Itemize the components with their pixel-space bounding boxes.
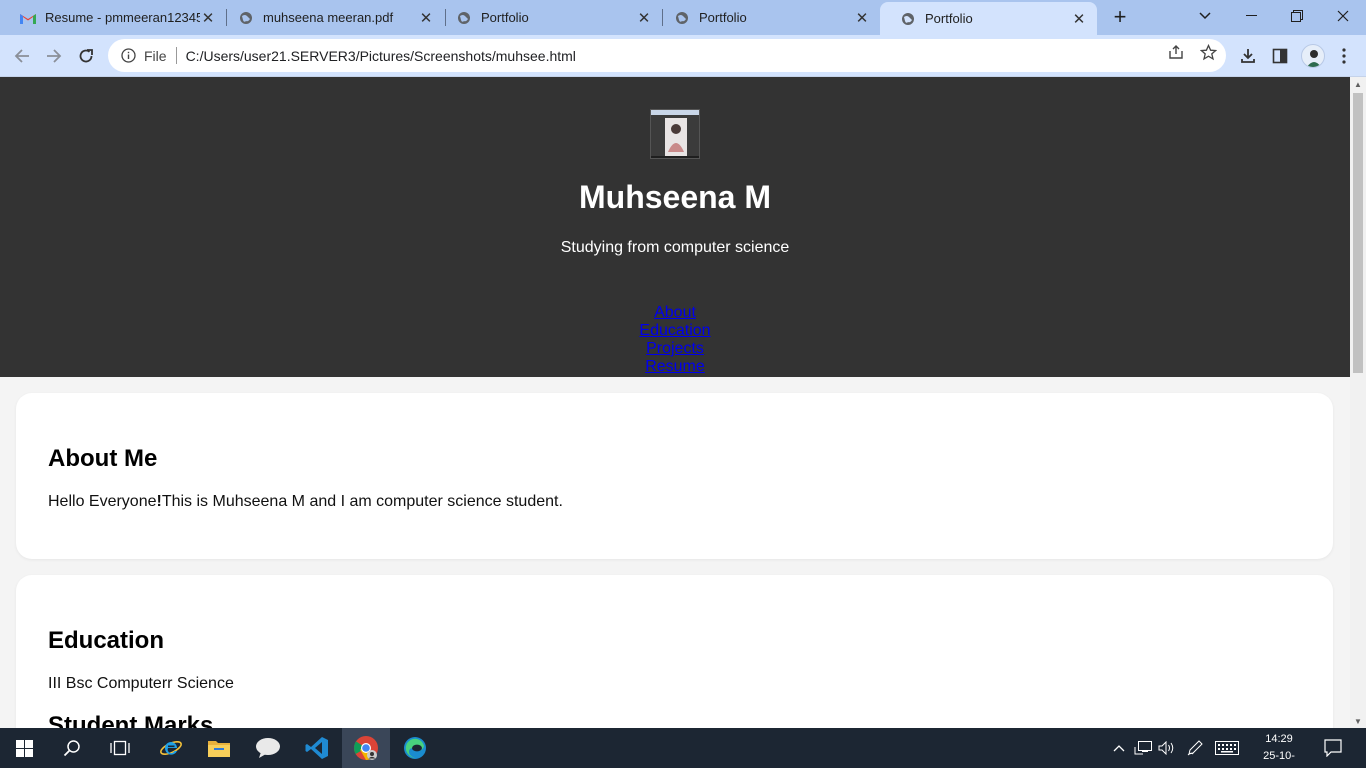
notification-icon[interactable]: [1318, 728, 1348, 768]
new-tab-plus-icon[interactable]: +: [1108, 4, 1132, 29]
nav-link-education[interactable]: Education: [0, 322, 1350, 340]
tab-portfolio-2[interactable]: Portfolio ✕: [654, 0, 880, 35]
vscode-icon[interactable]: [293, 728, 341, 768]
keyboard-icon[interactable]: [1213, 728, 1241, 768]
close-tab-icon[interactable]: ✕: [636, 10, 652, 27]
globe-icon: [674, 10, 690, 26]
forward-arrow-icon[interactable]: [42, 44, 66, 68]
kebab-menu-icon[interactable]: [1332, 44, 1356, 68]
clock-time: 14:29: [1265, 733, 1293, 745]
tab-title: muhseena meeran.pdf: [263, 10, 394, 25]
nav-link-about[interactable]: About: [0, 304, 1350, 322]
tab-gmail-resume[interactable]: Resume - pmmeeran12345@ ✕: [0, 0, 226, 35]
share-icon[interactable]: [1166, 42, 1186, 62]
info-icon[interactable]: [119, 47, 137, 65]
internet-explorer-icon[interactable]: [147, 728, 195, 768]
close-tab-icon[interactable]: ✕: [200, 10, 216, 27]
tab-title: Portfolio: [925, 11, 973, 26]
education-section: Education III Bsc Computerr Science Stud…: [16, 575, 1333, 728]
pen-icon[interactable]: [1184, 728, 1206, 768]
close-window-icon[interactable]: [1320, 0, 1366, 32]
windows-start-icon[interactable]: [0, 728, 48, 768]
about-text-body: This is Muhseena M and I am computer sci…: [161, 493, 563, 510]
nav-link-resume[interactable]: Resume: [0, 358, 1350, 376]
globe-icon: [238, 10, 254, 26]
address-divider: [175, 47, 177, 64]
tab-portfolio-1[interactable]: Portfolio ✕: [436, 0, 662, 35]
restore-icon[interactable]: [1274, 0, 1320, 32]
close-tab-icon[interactable]: ✕: [854, 10, 870, 27]
profile-photo: [650, 109, 700, 159]
education-degree: III Bsc Computerr Science: [48, 675, 234, 692]
about-heading: About Me: [48, 445, 158, 472]
chat-bubble-icon[interactable]: [244, 728, 292, 768]
scheme-label: File: [144, 47, 167, 64]
clock-date: 25-10-2023: [1263, 750, 1295, 768]
about-text-greeting: Hello Everyone: [48, 493, 157, 510]
side-panel-icon[interactable]: [1268, 44, 1292, 68]
site-nav: About Education Projects Resume: [0, 304, 1350, 376]
network-icon[interactable]: [1132, 728, 1154, 768]
globe-icon: [456, 10, 472, 26]
bookmark-star-icon[interactable]: [1198, 42, 1218, 62]
reload-icon[interactable]: [74, 44, 98, 68]
education-heading: Education: [48, 627, 165, 654]
browser-toolbar: File C:/Users/user21.SERVER3/Pictures/Sc…: [0, 35, 1366, 77]
tab-title: Portfolio: [699, 10, 747, 25]
tray-chevron-up-icon[interactable]: [1110, 728, 1128, 768]
about-section: About Me Hello Everyone!This is Muhseena…: [16, 393, 1333, 559]
tab-strip: Resume - pmmeeran12345@ ✕ muhseena meera…: [0, 0, 1366, 35]
page-scrollbar[interactable]: ▲ ▼: [1350, 77, 1366, 728]
profile-avatar[interactable]: [1301, 44, 1325, 68]
task-view-icon[interactable]: [96, 728, 144, 768]
back-arrow-icon[interactable]: [10, 44, 34, 68]
scroll-up-icon[interactable]: ▲: [1350, 77, 1366, 91]
scroll-thumb[interactable]: [1353, 93, 1363, 373]
site-title: Muhseena M: [578, 179, 772, 215]
windows-taskbar: 14:29 25-10-2023: [0, 728, 1366, 768]
globe-icon: [900, 11, 916, 27]
gmail-icon: [20, 10, 36, 26]
tab-pdf[interactable]: muhseena meeran.pdf ✕: [218, 0, 444, 35]
chrome-icon[interactable]: [342, 728, 390, 768]
page-viewport: Muhseena M Studying from computer scienc…: [0, 77, 1350, 728]
close-tab-icon[interactable]: ✕: [418, 10, 434, 27]
nav-link-projects[interactable]: Projects: [0, 340, 1350, 358]
student-marks-heading: Student Marks: [48, 712, 214, 728]
address-bar[interactable]: File C:/Users/user21.SERVER3/Pictures/Sc…: [108, 39, 1226, 72]
file-explorer-icon[interactable]: [195, 728, 243, 768]
about-text: Hello Everyone!This is Muhseena M and I …: [48, 493, 563, 511]
volume-icon[interactable]: [1156, 728, 1178, 768]
tab-title: Portfolio: [481, 10, 529, 25]
site-subtitle: Studying from computer science: [560, 239, 790, 256]
scroll-down-icon[interactable]: ▼: [1350, 714, 1366, 728]
close-tab-icon[interactable]: ✕: [1071, 11, 1087, 28]
taskbar-clock[interactable]: 14:29 25-10-2023: [1252, 731, 1306, 768]
url-text[interactable]: C:/Users/user21.SERVER3/Pictures/Screens…: [186, 48, 576, 64]
tab-portfolio-active[interactable]: Portfolio ✕: [880, 2, 1097, 35]
search-icon[interactable]: [48, 728, 96, 768]
minimize-icon[interactable]: [1228, 0, 1274, 32]
edge-icon[interactable]: [391, 728, 439, 768]
tab-search-chevron-icon[interactable]: [1182, 0, 1228, 32]
tab-title: Resume - pmmeeran12345@: [45, 10, 200, 25]
download-icon[interactable]: [1236, 44, 1260, 68]
site-header: Muhseena M Studying from computer scienc…: [0, 77, 1350, 377]
